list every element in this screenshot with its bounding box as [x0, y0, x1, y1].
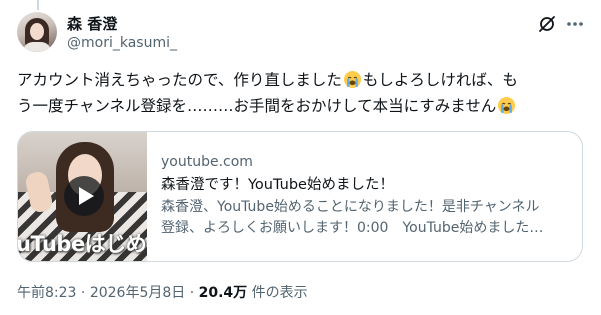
- card-body[interactable]: youtube.com 森香澄です！YouTube始めました！ 森香澄、YouT…: [161, 152, 576, 239]
- tweet-line-1: アカウント消えちゃったので、作り直しました もしよろしければ、も: [17, 67, 587, 93]
- tweet-text: アカウント消えちゃったので、作り直しました もしよろしければ、も う一度チャンネル…: [17, 67, 587, 119]
- tweet-line-1-tail: もしよろしければ、も: [362, 71, 518, 89]
- loudly-crying-face-emoji: [498, 96, 516, 114]
- video-thumbnail[interactable]: uTubeはじめ: [18, 132, 147, 261]
- avatar-face: [30, 23, 44, 40]
- thumbnail-caption: uTubeはじめ: [18, 232, 147, 256]
- card-title: 森香澄です！YouTube始めました！: [161, 177, 394, 193]
- thread-connector-line: [37, 0, 39, 10]
- card-domain: youtube.com: [161, 154, 253, 170]
- user-handle[interactable]: @mori_kasumi_: [67, 35, 177, 51]
- meta-separator: ·: [80, 285, 86, 301]
- card-description-line: 森香澄、YouTube始めることになりました！是非チャンネル: [161, 199, 540, 215]
- avatar-body: [23, 42, 51, 52]
- tweet-date[interactable]: 2026年5月8日: [90, 285, 185, 301]
- view-count-label: 件の表示: [251, 285, 308, 301]
- play-icon[interactable]: [64, 176, 104, 216]
- loudly-crying-face-emoji: [343, 70, 361, 88]
- card-description-line: 登録、よろしくお願いします！0:00 YouTube始めました…: [161, 220, 544, 236]
- tweet-line-2-text: う一度チャンネル登録を………お手間をおかけして本当にすみません: [17, 97, 497, 115]
- more-options-icon[interactable]: [565, 14, 585, 34]
- view-count[interactable]: 20.4万: [199, 285, 248, 301]
- avatar[interactable]: [17, 12, 57, 52]
- tweet-time[interactable]: 午前8:23: [17, 285, 76, 301]
- tweet-line-1-text: アカウント消えちゃったので、作り直しました: [17, 71, 342, 89]
- display-name[interactable]: 森 香澄: [67, 13, 117, 34]
- tweet-line-2: う一度チャンネル登録を………お手間をおかけして本当にすみません: [17, 93, 587, 119]
- grok-icon[interactable]: [537, 14, 557, 34]
- meta-separator: ·: [189, 285, 195, 301]
- card-description: 森香澄、YouTube始めることになりました！是非チャンネル 登録、よろしくお願…: [161, 197, 576, 239]
- link-preview-card[interactable]: uTubeはじめ youtube.com 森香澄です！YouTube始めました！…: [17, 131, 583, 262]
- tweet-meta: 午前8:23 · 2026年5月8日 · 20.4万 件の表示: [17, 282, 308, 302]
